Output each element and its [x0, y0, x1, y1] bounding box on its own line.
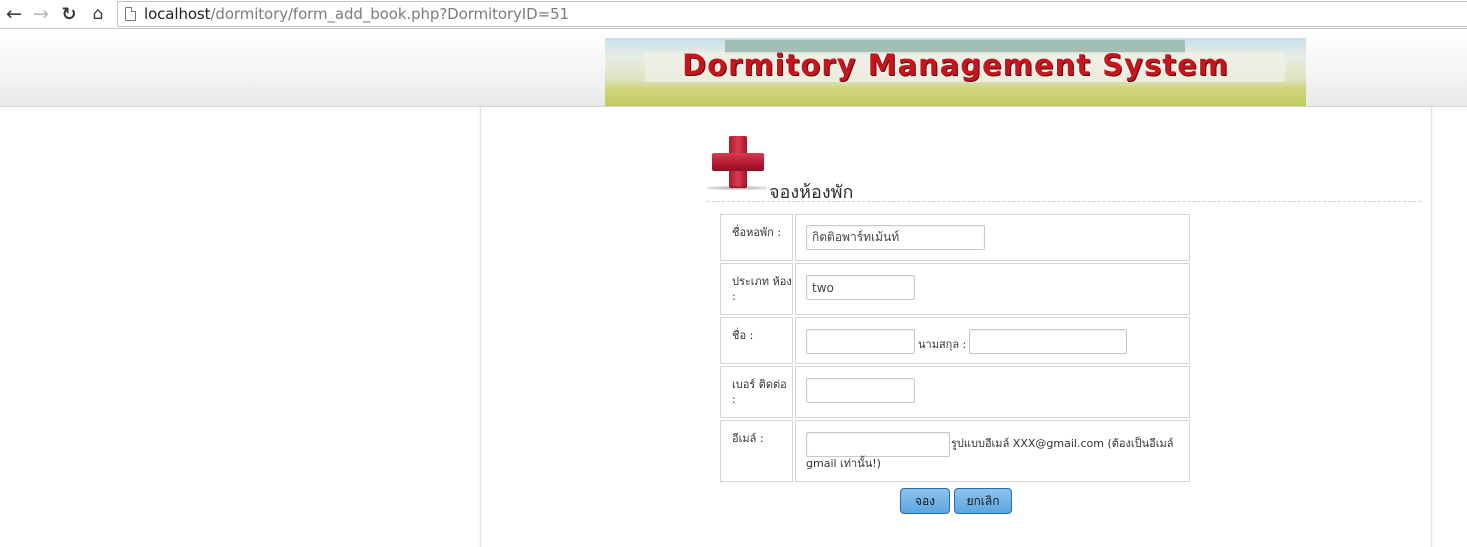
url-path: /dormitory/form_add_book.php?DormitoryID… — [210, 5, 569, 23]
email-cell: รูปแบบอีเมล์ XXX@gmail.com (ต้องเป็นอีเม… — [795, 420, 1190, 482]
reload-icon[interactable]: ↻ — [57, 2, 81, 26]
forward-arrow-icon[interactable]: → — [29, 2, 53, 26]
email-hint: รูปแบบอีเมล์ XXX@gmail.com (ต้องเป็นอีเม… — [806, 437, 1174, 470]
site-banner: Dormitory Management System — [605, 38, 1306, 106]
banner-lawn — [605, 86, 1306, 106]
banner-title: Dormitory Management System — [682, 48, 1229, 82]
dorm-name-cell — [795, 214, 1190, 261]
plus-icon — [712, 136, 764, 188]
phone-cell — [795, 366, 1190, 418]
dorm-name-label: ชื่อหอพัก : — [720, 214, 793, 261]
form-row-phone: เบอร์ ติดต่อ : — [720, 366, 1190, 418]
email-label: อีเมล์ : — [720, 420, 793, 482]
room-type-label: ประเภท ห้อง : — [720, 263, 793, 315]
last-name-label: นามสกุล : — [918, 338, 967, 351]
first-name-label: ชื่อ : — [720, 317, 793, 364]
form-row-name: ชื่อ : นามสกุล : — [720, 317, 1190, 364]
url-host: localhost — [144, 5, 211, 23]
last-name-input[interactable] — [969, 329, 1127, 354]
dorm-name-input[interactable] — [806, 225, 985, 250]
home-icon[interactable]: ⌂ — [86, 2, 110, 26]
room-type-cell — [795, 263, 1190, 315]
form-row-room-type: ประเภท ห้อง : — [720, 263, 1190, 315]
icon-shadow — [707, 186, 767, 190]
page-icon — [125, 7, 136, 21]
phone-input[interactable] — [806, 378, 915, 403]
phone-label: เบอร์ ติดต่อ : — [720, 366, 793, 418]
title-divider — [707, 201, 1421, 202]
form-row-dorm-name: ชื่อหอพัก : — [720, 214, 1190, 261]
browser-toolbar: ← → ↻ ⌂ localhost/dormitory/form_add_boo… — [0, 0, 1467, 29]
url-text: localhost/dormitory/form_add_book.php?Do… — [144, 5, 569, 23]
submit-booking-button[interactable]: จอง — [900, 488, 950, 514]
form-row-email: อีเมล์ : รูปแบบอีเมล์ XXX@gmail.com (ต้อ… — [720, 420, 1190, 482]
first-name-input[interactable] — [806, 329, 915, 354]
room-type-input[interactable] — [806, 275, 915, 300]
name-cell: นามสกุล : — [795, 317, 1190, 364]
back-arrow-icon[interactable]: ← — [2, 2, 26, 26]
cancel-button[interactable]: ยกเลิก — [954, 488, 1012, 514]
address-bar[interactable]: localhost/dormitory/form_add_book.php?Do… — [117, 1, 1467, 27]
